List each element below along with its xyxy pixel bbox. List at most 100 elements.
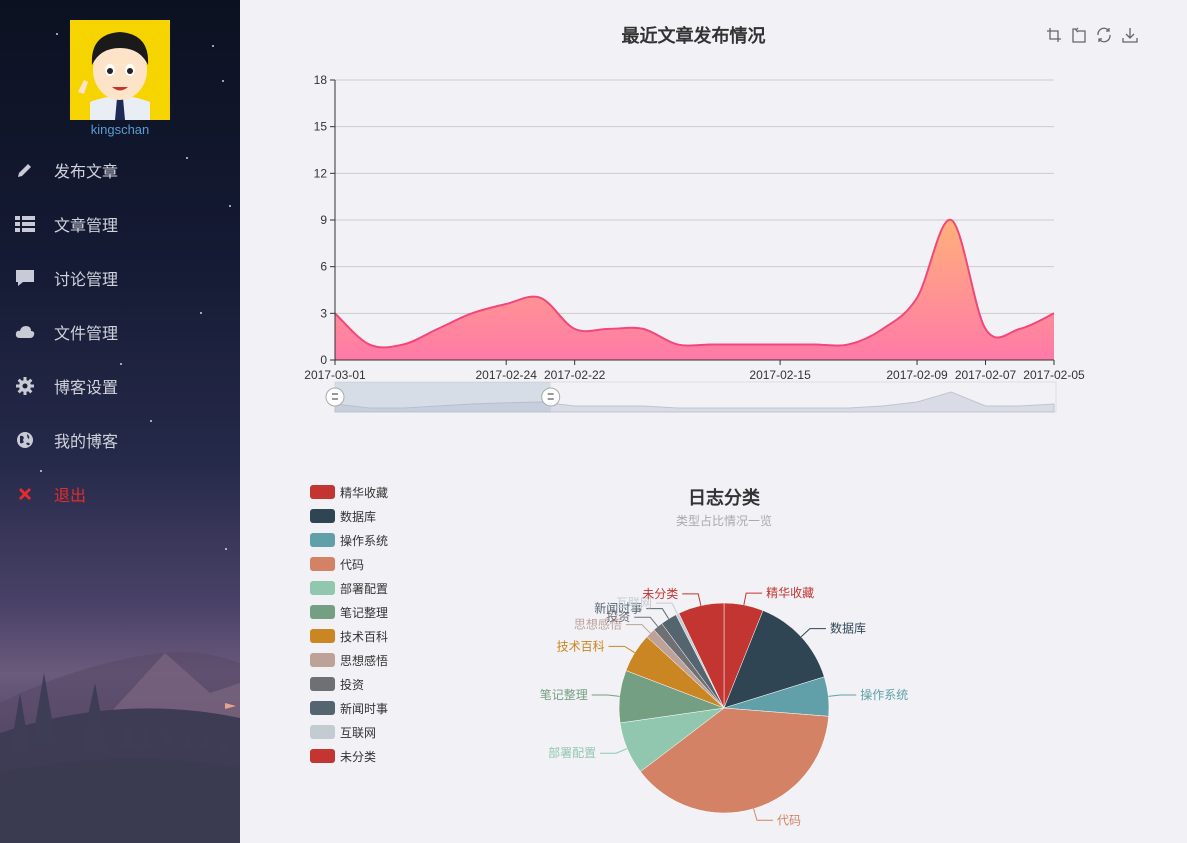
- pie-slice-label: 笔记整理: [540, 687, 588, 702]
- globe-icon: [13, 430, 37, 450]
- legend-label: 部署配置: [340, 581, 389, 596]
- pie-slice-label: 精华收藏: [766, 586, 814, 600]
- pie-label-line: [656, 602, 678, 615]
- legend-item[interactable]: 投资: [310, 676, 364, 692]
- nav-label: 退出: [54, 486, 87, 505]
- nav-item-my-blog[interactable]: 我的博客: [0, 420, 240, 460]
- close-icon: [13, 484, 37, 504]
- legend-label: 技术百科: [340, 629, 389, 644]
- avatar[interactable]: [70, 20, 170, 120]
- nav-item-discussion-management[interactable]: 讨论管理: [0, 258, 240, 298]
- pie-slice-label: 新闻时事: [594, 601, 642, 616]
- nav-item-blog-settings[interactable]: 博客设置: [0, 366, 240, 406]
- pie-slice-label: 部署配置: [548, 745, 596, 760]
- pie-label-line: [608, 645, 636, 654]
- y-tick-label: 18: [314, 73, 328, 87]
- legend-item[interactable]: 代码: [310, 556, 364, 572]
- pie-slice[interactable]: [678, 602, 725, 709]
- legend-item[interactable]: 数据库: [310, 508, 376, 524]
- username[interactable]: kingschan: [60, 122, 180, 137]
- legend-item[interactable]: 未分类: [310, 748, 376, 764]
- x-tick-label: 2017-02-22: [544, 368, 606, 382]
- pie-label-line: [800, 628, 826, 638]
- legend-label: 数据库: [340, 509, 377, 524]
- pie-slice-label: 操作系统: [860, 687, 908, 702]
- legend-item[interactable]: 部署配置: [310, 580, 388, 596]
- nav-label: 文章管理: [54, 216, 119, 235]
- nav-item-post-article[interactable]: 发布文章: [0, 150, 240, 190]
- legend-item[interactable]: 笔记整理: [310, 604, 388, 620]
- mountain-landscape: [0, 651, 240, 843]
- legend-label: 精华收藏: [340, 485, 389, 500]
- list-icon: [13, 214, 37, 234]
- legend-item[interactable]: 精华收藏: [310, 484, 388, 500]
- x-tick-label: 2017-03-01: [304, 368, 366, 382]
- pie-slice-label: 互联网: [616, 596, 652, 610]
- legend-swatch: [310, 677, 335, 691]
- legend-swatch: [310, 653, 335, 667]
- legend-item[interactable]: 操作系统: [310, 532, 388, 548]
- x-tick-label: 2017-02-09: [886, 368, 948, 382]
- legend-swatch: [310, 533, 335, 547]
- pie-label-line: [625, 624, 651, 634]
- nav-item-article-management[interactable]: 文章管理: [0, 204, 240, 244]
- pie-slice-label: 未分类: [642, 587, 678, 601]
- pie-slice-label: 代码: [777, 813, 801, 827]
- legend-swatch: [310, 701, 335, 715]
- legend-label: 互联网: [340, 725, 377, 740]
- line-chart: 0 3 6 9 12 15 18 2017-03-01 2017-02-24 2017-02-2…: [304, 73, 1085, 413]
- pie-slice[interactable]: [723, 676, 830, 717]
- nav-item-file-management[interactable]: 文件管理: [0, 312, 240, 352]
- nav-label: 讨论管理: [54, 270, 119, 289]
- series-area: [335, 219, 1054, 360]
- pie-label-line: [634, 616, 659, 627]
- pie-slice-label: 思想感悟: [574, 617, 622, 632]
- legend-item[interactable]: 互联网: [310, 724, 376, 740]
- legend-swatch: [310, 509, 335, 523]
- nav-item-logout[interactable]: 退出: [0, 474, 240, 514]
- pie-slice[interactable]: [723, 602, 764, 709]
- legend-item[interactable]: 技术百科: [310, 628, 388, 644]
- pie-slice[interactable]: [661, 614, 725, 709]
- legend-label: 笔记整理: [340, 605, 389, 620]
- pie-label-line: [828, 694, 857, 697]
- pie-slice-label: 技术百科: [557, 639, 605, 653]
- y-tick-label: 12: [314, 166, 328, 180]
- pie-label-line: [591, 694, 620, 697]
- gear-icon: [13, 376, 37, 396]
- nav-label: 博客设置: [54, 378, 119, 397]
- datazoom-handle[interactable]: [325, 387, 345, 407]
- legend-swatch: [310, 485, 335, 499]
- pie-label-line: [600, 748, 628, 754]
- pie-slice[interactable]: [675, 612, 725, 709]
- x-tick-label: 2017-02-15: [749, 368, 811, 382]
- datazoom-selection[interactable]: [335, 382, 551, 412]
- pie-slice[interactable]: [640, 707, 829, 814]
- pie-slice[interactable]: [618, 670, 725, 724]
- pie-slice-label: 投资: [606, 609, 630, 624]
- pie-slice[interactable]: [619, 707, 725, 772]
- legend-swatch: [310, 725, 335, 739]
- legend-label: 代码: [340, 557, 365, 572]
- comment-icon: [13, 268, 37, 288]
- pie-slice[interactable]: [625, 636, 725, 709]
- legend-item[interactable]: 思想感悟: [310, 652, 388, 668]
- y-tick-label: 6: [320, 260, 327, 274]
- legend-swatch: [310, 581, 335, 595]
- pie-slice[interactable]: [646, 629, 725, 709]
- y-tick-label: 0: [320, 353, 327, 367]
- pie-slice[interactable]: [653, 623, 725, 709]
- avatar-face-icon: [70, 20, 170, 120]
- legend-item[interactable]: 新闻时事: [310, 700, 388, 716]
- y-tick-label: 3: [320, 306, 327, 320]
- legend-label: 投资: [340, 677, 365, 692]
- x-tick-label: 2017-02-05: [1023, 368, 1085, 382]
- nav-label: 我的博客: [54, 432, 119, 451]
- pie-slice[interactable]: [723, 610, 825, 709]
- datazoom-slider[interactable]: [325, 381, 1057, 413]
- x-tick-label: 2017-02-07: [955, 368, 1017, 382]
- sidebar: kingschan 发布文章 文章管理 讨论管理 文件管理 博客设置 我的博客: [0, 0, 240, 843]
- y-tick-label: 15: [314, 120, 328, 134]
- y-tick-label: 9: [320, 213, 327, 227]
- datazoom-handle[interactable]: [541, 387, 561, 407]
